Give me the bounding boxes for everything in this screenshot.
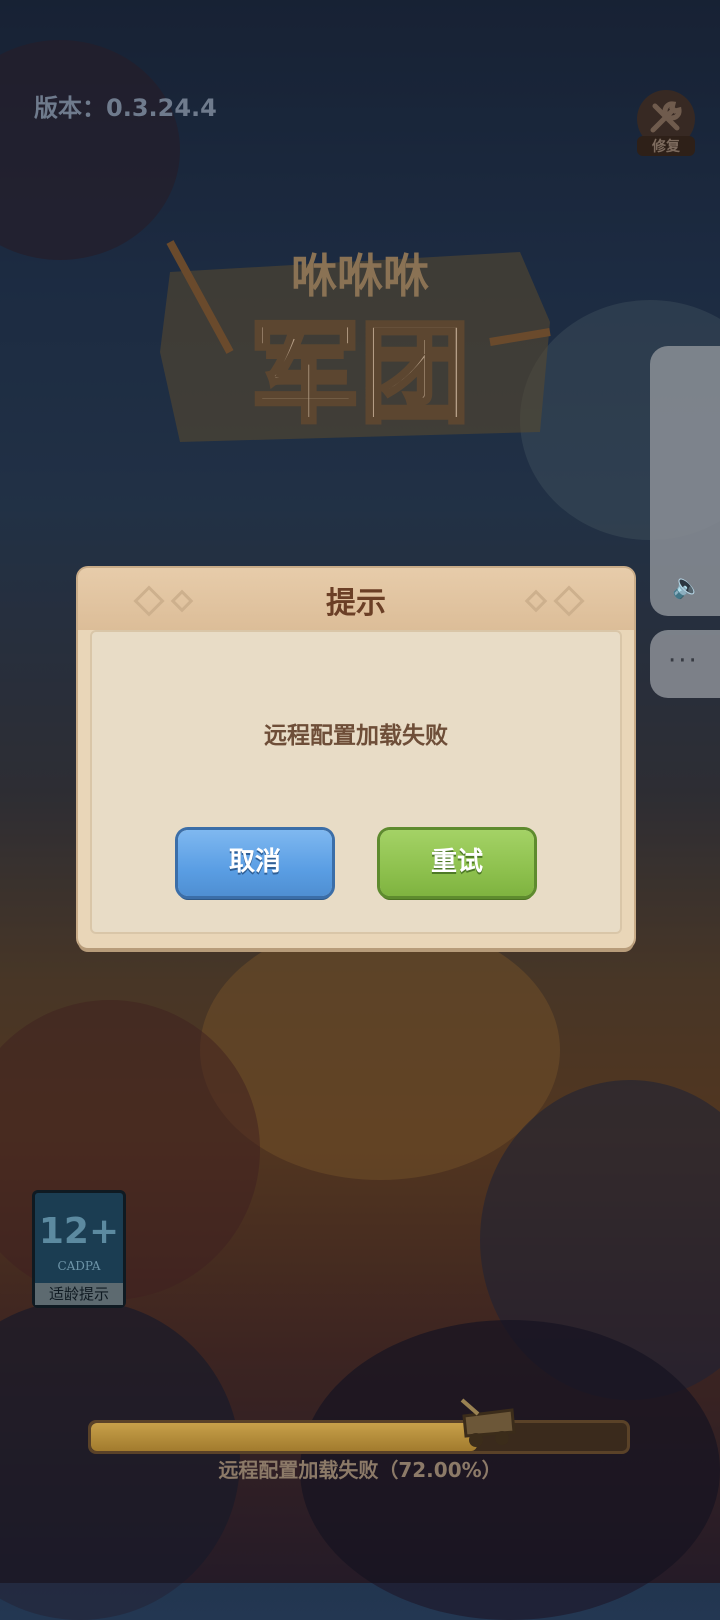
loading-progress-bar xyxy=(88,1420,630,1454)
loading-progress-fill xyxy=(91,1423,477,1451)
loading-status-text: 远程配置加载失败（72.00%） xyxy=(218,1458,502,1482)
version-label: 版本：0.3.24.4 xyxy=(34,94,217,122)
game-logo: 咻咻咻 军团 xyxy=(160,232,560,452)
wrench-icon xyxy=(650,101,682,133)
age-rating-label: 适龄提示 xyxy=(35,1283,123,1305)
dialog-body xyxy=(90,630,622,934)
cart-icon xyxy=(456,1392,522,1450)
alert-dialog: 提示 远程配置加载失败 取消 重试 xyxy=(78,568,634,948)
age-rating-number: 12+ xyxy=(38,1211,120,1252)
dialog-title: 提示 xyxy=(326,586,386,621)
repair-label: 修复 xyxy=(637,136,695,156)
logo-main-text: 军团 xyxy=(250,310,470,438)
age-rating-badge: 12+ CADPA 适龄提示 xyxy=(32,1190,126,1308)
more-button[interactable]: ··· xyxy=(650,630,720,698)
cancel-button[interactable]: 取消 xyxy=(178,830,332,896)
retry-button[interactable]: 重试 xyxy=(380,830,534,896)
speaker-icon[interactable]: 🔈 xyxy=(672,572,702,600)
repair-button[interactable]: 修复 xyxy=(637,90,695,156)
age-rating-org: CADPA xyxy=(57,1259,101,1273)
dialog-message: 远程配置加载失败 xyxy=(264,723,448,749)
logo-top-text: 咻咻咻 xyxy=(291,249,429,303)
more-icon: ··· xyxy=(668,646,699,676)
dialog-header: 提示 xyxy=(78,568,634,630)
